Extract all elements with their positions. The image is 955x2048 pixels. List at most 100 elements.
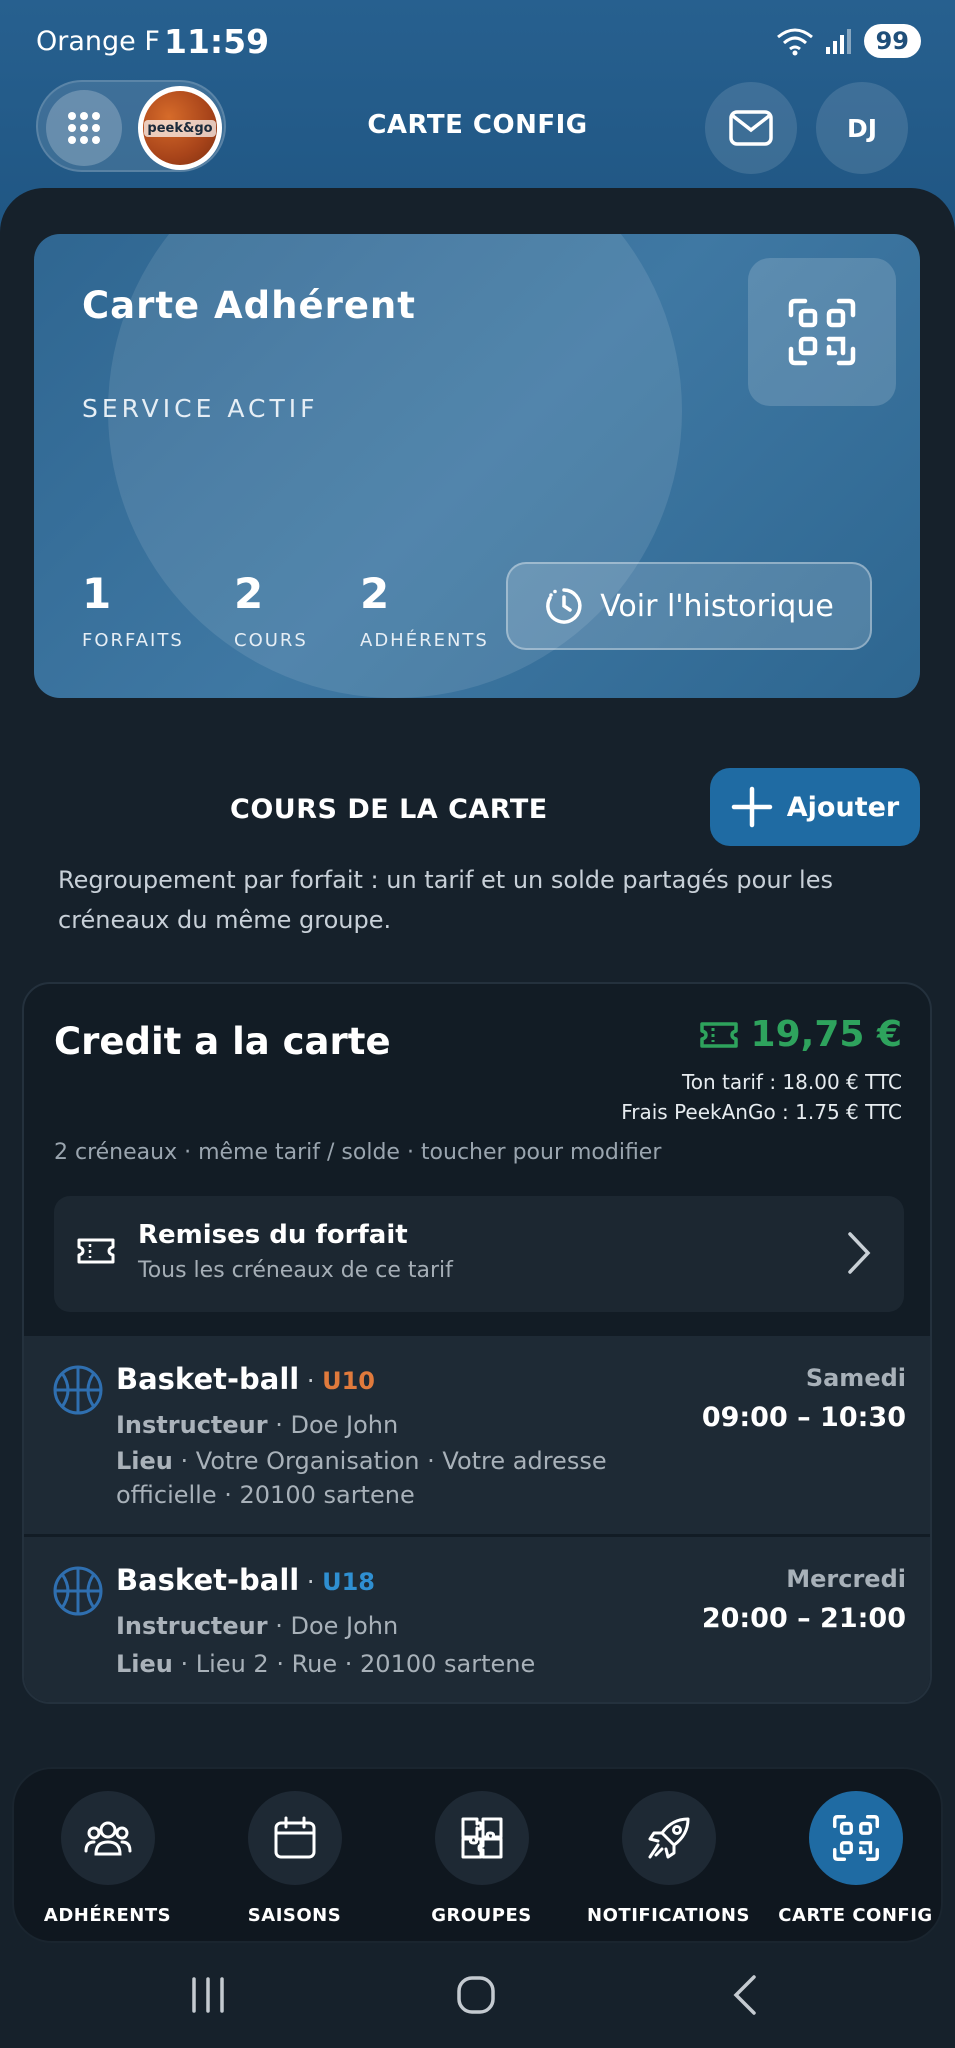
home-icon[interactable] (454, 1973, 498, 2017)
qr-code-button[interactable] (748, 258, 896, 406)
nav-item-adherents[interactable]: ADHÉRENTS (14, 1791, 201, 1926)
slot-time: 09:00 – 10:30 (701, 1402, 906, 1433)
section-title: COURS DE LA CARTE (230, 794, 548, 825)
stat-cours: 2 COURS (234, 569, 308, 651)
place-label: Lieu (116, 1650, 173, 1678)
page-title: CARTE CONFIG (367, 110, 588, 140)
nav-label: CARTE CONFIG (778, 1905, 933, 1926)
instructor-value: · Doe John (267, 1411, 399, 1439)
nav-label: SAISONS (247, 1905, 342, 1926)
ticket-icon (77, 1238, 115, 1264)
mail-icon (729, 110, 773, 146)
battery-indicator: 99 (863, 24, 921, 58)
section-description: Regroupement par forfait : un tarif et u… (58, 866, 833, 934)
bottom-nav: ADHÉRENTS SAISONS GROUPES NOTIFICATIONS … (12, 1767, 943, 1943)
nav-icon-circle (621, 1791, 716, 1885)
status-time: 11:59 (164, 22, 270, 61)
slot-level: U10 (322, 1367, 375, 1395)
slot-time: 20:00 – 21:00 (701, 1603, 906, 1634)
forfait-meta: 2 créneaux · même tarif / solde · touche… (54, 1140, 662, 1165)
calendar-icon (274, 1816, 315, 1859)
place-label: Lieu (116, 1447, 173, 1475)
forfait-price: 19,75 € (699, 1014, 902, 1055)
wifi-icon (776, 28, 813, 56)
forfait-fees: Frais PeekAnGo : 1.75 € TTC (621, 1100, 902, 1124)
slot-instructor: Instructeur · Doe John (116, 1609, 696, 1643)
back-icon[interactable] (724, 1973, 768, 2017)
stat-label: FORFAITS (82, 630, 184, 651)
slot-sport: Basket-ball (116, 1563, 300, 1597)
status-bar: Orange F 11:59 99 (0, 0, 955, 80)
nav-icon-circle (434, 1791, 529, 1885)
bottom-nav-area: ADHÉRENTS SAISONS GROUPES NOTIFICATIONS … (0, 1755, 955, 1945)
price-value: 19,75 € (750, 1014, 902, 1055)
slot-separator: · (299, 1367, 323, 1395)
place-value: · Lieu 2 · Rue · 20100 sartene (172, 1650, 536, 1678)
course-slot[interactable]: Basket-ball · U18 Instructeur · Doe John… (24, 1537, 930, 1702)
status-indicators: 99 (776, 24, 921, 58)
signal-icon (825, 29, 851, 54)
stat-forfaits: 1 FORFAITS (82, 569, 184, 651)
slot-day: Samedi (805, 1364, 906, 1392)
nav-label: NOTIFICATIONS (587, 1905, 750, 1926)
place-value: · Votre Organisation · Votre adresse off… (116, 1447, 607, 1509)
nav-icon-circle (60, 1791, 155, 1885)
slot-separator: · (299, 1568, 323, 1596)
stat-value: 1 (82, 569, 112, 618)
card-status: SERVICE ACTIF (82, 394, 319, 423)
chevron-right-icon (848, 1232, 871, 1274)
app-header: peek&go CARTE CONFIG DJ (0, 80, 955, 190)
add-course-button[interactable]: Ajouter (710, 768, 920, 846)
forfait-discounts-row[interactable]: Remises du forfait Tous les créneaux de … (54, 1196, 904, 1312)
plus-icon (731, 786, 773, 828)
history-icon (546, 588, 582, 624)
nav-icon-circle (808, 1791, 903, 1885)
instructor-label: Instructeur (116, 1612, 268, 1640)
forfait-tarif: Ton tarif : 18.00 € TTC (681, 1070, 902, 1094)
stat-value: 2 (234, 569, 264, 618)
nav-icon-circle (247, 1791, 342, 1885)
users-icon (84, 1821, 131, 1856)
puzzle-icon (461, 1817, 502, 1859)
instructor-label: Instructeur (116, 1411, 268, 1439)
basketball-icon (53, 1566, 103, 1616)
slot-title: Basket-ball · U18 (116, 1563, 375, 1597)
main-content: Carte Adhérent SERVICE ACTIF 1 FORFAITS (0, 188, 955, 1758)
forfait-name: Credit a la carte (54, 1020, 391, 1063)
slot-level: U18 (322, 1568, 375, 1596)
slot-instructor: Instructeur · Doe John (116, 1408, 696, 1442)
nav-item-groupes[interactable]: GROUPES (388, 1791, 575, 1926)
status-carrier: Orange F (36, 26, 160, 57)
forfait-card[interactable]: Credit a la carte 19,75 € Ton tarif : 18… (22, 982, 932, 1704)
stat-label: COURS (234, 630, 308, 651)
history-button[interactable]: Voir l'historique (506, 562, 872, 650)
slot-place: Lieu · Lieu 2 · Rue · 20100 sartene (116, 1647, 696, 1681)
add-button-label: Ajouter (786, 791, 900, 823)
stat-label: ADHÉRENTS (360, 630, 489, 651)
discounts-subtitle: Tous les créneaux de ce tarif (138, 1258, 453, 1283)
system-nav-bar (0, 1945, 955, 2048)
messages-button[interactable] (705, 82, 797, 174)
slot-sport: Basket-ball (116, 1362, 300, 1396)
slot-place: Lieu · Votre Organisation · Votre adress… (116, 1444, 696, 1512)
discounts-title: Remises du forfait (138, 1220, 408, 1250)
nav-label: ADHÉRENTS (43, 1905, 172, 1926)
slot-title: Basket-ball · U10 (116, 1362, 375, 1396)
course-slot[interactable]: Basket-ball · U10 Instructeur · Doe John… (24, 1336, 930, 1534)
stat-adherents: 2 ADHÉRENTS (360, 569, 489, 651)
history-button-label: Voir l'historique (600, 588, 834, 624)
basketball-icon (53, 1365, 103, 1415)
nav-item-notifications[interactable]: NOTIFICATIONS (575, 1791, 762, 1926)
member-card: Carte Adhérent SERVICE ACTIF 1 FORFAITS (34, 234, 920, 698)
recent-apps-icon[interactable] (186, 1973, 230, 2017)
qr-icon (832, 1815, 879, 1861)
nav-item-saisons[interactable]: SAISONS (201, 1791, 388, 1926)
stat-value: 2 (360, 569, 390, 618)
rocket-icon (648, 1817, 689, 1859)
avatar[interactable]: DJ (816, 82, 908, 174)
ticket-icon (699, 1021, 738, 1048)
qr-icon (788, 298, 856, 366)
nav-item-carte-config[interactable]: CARTE CONFIG (762, 1791, 949, 1926)
card-title: Carte Adhérent (82, 284, 416, 327)
nav-label: GROUPES (431, 1905, 532, 1926)
